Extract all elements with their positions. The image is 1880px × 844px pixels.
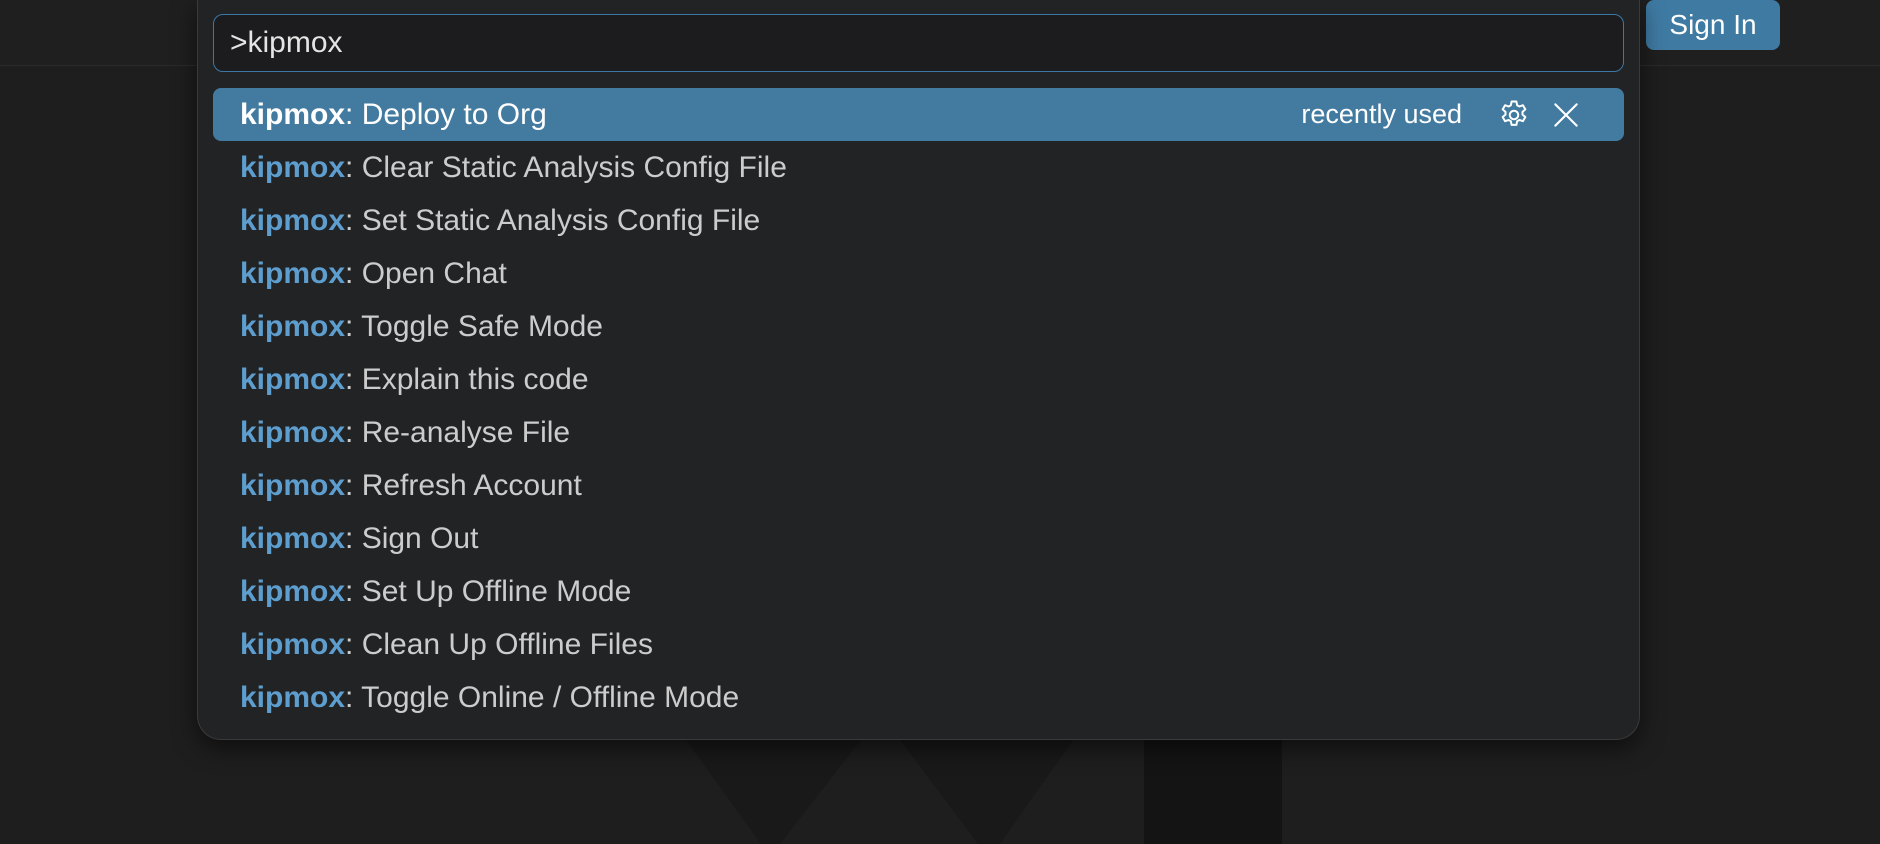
- command-input[interactable]: [214, 15, 1623, 71]
- command-label: : Set Static Analysis Config File: [345, 203, 761, 237]
- command-prefix: kipmox: [240, 150, 346, 184]
- command-label: : Toggle Online / Offline Mode: [345, 680, 740, 714]
- close-icon[interactable]: [1548, 97, 1584, 133]
- gear-icon[interactable]: [1496, 97, 1532, 133]
- list-item[interactable]: kipmox: Toggle Online / Offline Mode: [213, 671, 1624, 724]
- list-item[interactable]: kipmox: Open Chat: [213, 247, 1624, 300]
- command-prefix: kipmox: [240, 97, 346, 131]
- command-label: : Toggle Safe Mode: [345, 309, 603, 343]
- command-label: : Re-analyse File: [345, 415, 571, 449]
- command-label: : Clean Up Offline Files: [345, 627, 653, 661]
- command-prefix: kipmox: [240, 309, 346, 343]
- command-label: : Open Chat: [345, 256, 507, 290]
- command-prefix: kipmox: [240, 468, 346, 502]
- command-results-list: kipmox: Deploy to Org recently used kipm…: [213, 88, 1624, 724]
- command-palette: kipmox: Deploy to Org recently used kipm…: [197, 0, 1640, 740]
- command-prefix: kipmox: [240, 627, 346, 661]
- list-item[interactable]: kipmox: Clean Up Offline Files: [213, 618, 1624, 671]
- command-prefix: kipmox: [240, 362, 346, 396]
- list-item[interactable]: kipmox: Deploy to Org recently used: [213, 88, 1624, 141]
- list-item[interactable]: kipmox: Re-analyse File: [213, 406, 1624, 459]
- recently-used-badge: recently used: [1301, 99, 1462, 129]
- command-label: : Sign Out: [345, 521, 479, 555]
- sign-in-button[interactable]: Sign In: [1646, 0, 1780, 50]
- command-label: : Refresh Account: [345, 468, 582, 502]
- command-label: : Set Up Offline Mode: [345, 574, 632, 608]
- list-item[interactable]: kipmox: Toggle Safe Mode: [213, 300, 1624, 353]
- command-prefix: kipmox: [240, 521, 346, 555]
- list-item[interactable]: kipmox: Clear Static Analysis Config Fil…: [213, 141, 1624, 194]
- command-label: : Explain this code: [345, 362, 589, 396]
- command-label: : Clear Static Analysis Config File: [345, 150, 787, 184]
- command-input-container: [213, 14, 1624, 72]
- command-prefix: kipmox: [240, 256, 346, 290]
- list-item[interactable]: kipmox: Explain this code: [213, 353, 1624, 406]
- list-item[interactable]: kipmox: Sign Out: [213, 512, 1624, 565]
- command-prefix: kipmox: [240, 203, 346, 237]
- list-item[interactable]: kipmox: Set Up Offline Mode: [213, 565, 1624, 618]
- command-label: : Deploy to Org: [345, 97, 547, 131]
- list-item[interactable]: kipmox: Set Static Analysis Config File: [213, 194, 1624, 247]
- command-prefix: kipmox: [240, 574, 346, 608]
- list-item[interactable]: kipmox: Refresh Account: [213, 459, 1624, 512]
- command-prefix: kipmox: [240, 680, 346, 714]
- command-prefix: kipmox: [240, 415, 346, 449]
